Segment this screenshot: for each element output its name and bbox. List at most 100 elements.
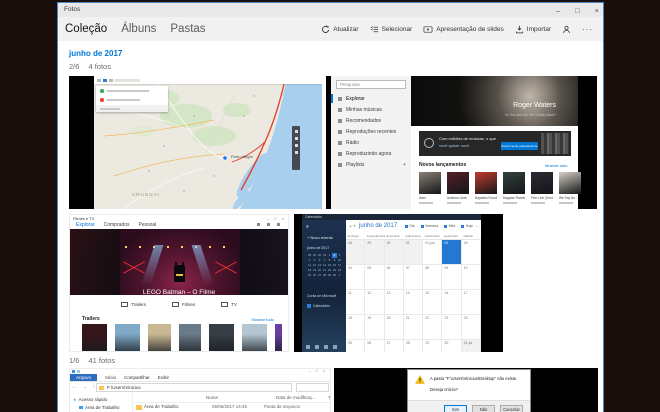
add-icon: + <box>403 161 406 168</box>
photo-films-tv-screenshot[interactable]: Filmes e TV – □ × Explorar Comprados Pes… <box>69 214 289 352</box>
maps-app-toolbar <box>94 76 322 84</box>
photo-explorer-screenshot[interactable]: – □ × Arquivo Início Compartilhar Exibir… <box>69 368 331 412</box>
calendar-day-cell: 21 <box>403 315 424 340</box>
day-number: 15 <box>425 291 430 295</box>
map-region-label: URUGUAI <box>132 192 160 197</box>
screen-icon <box>221 301 229 307</box>
category-trailers: Trailers <box>121 301 146 307</box>
calendar-view-button: Semana <box>420 224 438 228</box>
account-button[interactable] <box>562 25 571 34</box>
directions-origin-row <box>96 86 168 95</box>
album-subtitle-bar <box>475 201 489 204</box>
star-icon: ★ <box>73 397 77 402</box>
groove-content: Pesquisar Explorar Minhas músicas Recomend… <box>331 76 581 209</box>
day-number: 20 <box>386 316 391 320</box>
day-number: 10 <box>463 266 468 270</box>
new-event-button: + Novo evento <box>307 235 333 240</box>
dialog-button: Sim <box>444 405 467 412</box>
minimize-button[interactable]: – <box>556 6 560 15</box>
slideshow-button[interactable]: Apresentação de slides <box>423 25 504 34</box>
calendar-day-cell: 02 <box>442 240 462 265</box>
films-window-controls: – □ × <box>266 215 286 221</box>
groove-promo-banner: Com milhões de músicas, o que você quise… <box>419 131 571 156</box>
calendar-day-cell: 22 <box>423 315 443 340</box>
day-number: 21 <box>405 316 410 320</box>
navigation-bar: Coleção Álbuns Pastas Atualizar Selecion… <box>58 17 603 41</box>
movie-poster <box>179 324 201 351</box>
day-number: 29 <box>367 241 372 245</box>
nav-item-quick-access: ★ Acesso rápido <box>73 397 108 402</box>
day-number: 17 <box>463 291 468 295</box>
dialog-buttons: Sim Não Cancelar <box>444 405 523 412</box>
select-button[interactable]: Selecionar <box>370 25 412 34</box>
warning-icon <box>415 375 425 384</box>
tab-albuns[interactable]: Álbuns <box>121 23 156 35</box>
calendar-day-cell: 08 <box>423 265 443 290</box>
day-number: 28 <box>348 241 352 245</box>
ribbon-tab-exibir: Exibir <box>157 375 170 380</box>
ribbon-tab-compartilhar: Compartilhar <box>124 375 150 380</box>
calendar-view-button: Hoje <box>461 224 473 228</box>
groove-menu-item: Reproduzindo agora <box>331 148 411 159</box>
column-headers: NomeData de modificaç...TipoTamanho <box>134 395 330 403</box>
groove-menu-item: Explorar <box>331 93 411 104</box>
maximize-button[interactable]: □ <box>575 6 580 15</box>
photo-calendar-screenshot[interactable]: Calendário ≡ + Novo evento junho de 2017… <box>294 214 503 352</box>
group-month-header[interactable]: junho de 2017 <box>69 49 122 58</box>
more-button[interactable]: ··· <box>582 25 593 34</box>
folder-icon <box>136 405 142 410</box>
ribbon-tab-inicio: Início <box>105 375 117 380</box>
column-header: Data de modificaç... <box>276 395 316 400</box>
day-number: 22 <box>425 316 430 320</box>
album-tile: Fine Line (Deluxe) <box>531 172 553 204</box>
weekday-label: domingo <box>347 234 360 238</box>
movie-poster <box>115 324 140 351</box>
map-content: Porto Alegre URUGUAI <box>93 76 322 209</box>
photo-dialog-screenshot[interactable]: A pasta "F:\Users\Vinicius\Desktop" não … <box>334 368 598 412</box>
films-hero-banner: LEGO Batman – O Filme Agora a partir de … <box>70 229 288 295</box>
tab-pastas[interactable]: Pastas <box>170 23 205 35</box>
file-date: 05/06/2017 14:45 <box>212 404 248 409</box>
groove-menu-item: Minhas músicas <box>331 104 411 115</box>
trailers-section-title: Trailers <box>82 316 100 322</box>
month-nav-arrows: ▲▼ <box>349 224 357 228</box>
calendar-day-cell: 31 <box>403 240 424 265</box>
dialog-message-line2: Deseja criá-la? <box>430 387 458 392</box>
directions-options-row <box>96 105 168 112</box>
groove-menu: Explorar Minhas músicas Recomendados Reprod… <box>331 93 411 170</box>
todo-icon <box>324 345 328 349</box>
window-title: Fotos <box>64 6 81 13</box>
address-bar-row: ← → ↑ F:\Users\Vinicius <box>70 382 330 393</box>
photo-groove-screenshot[interactable]: Pesquisar Explorar Minhas músicas Recomend… <box>326 76 597 209</box>
day-number: 19 <box>367 316 372 320</box>
origin-text-bar <box>107 89 149 92</box>
day-number: 30 <box>444 341 449 345</box>
menu-item-icon <box>338 129 342 134</box>
window-controls: – □ × <box>556 3 599 17</box>
calendar-icon <box>306 345 310 349</box>
groove-menu-item: Recomendados <box>331 115 411 126</box>
movie-poster <box>275 324 282 351</box>
tab-colecao[interactable]: Coleção <box>65 23 107 35</box>
calendar-view-button: Dia <box>404 224 415 228</box>
menu-item-label: Reproduzindo agora <box>346 150 392 157</box>
view-icon <box>444 224 448 228</box>
calendar-day-cell: 24 <box>461 315 481 340</box>
photo-map-screenshot[interactable]: Porto Alegre URUGUAI <box>69 76 322 209</box>
pivot-tabs: Coleção Álbuns Pastas <box>65 17 206 41</box>
album-caption: Atari <box>419 196 426 200</box>
group-count: 2/6 4 fotos <box>69 62 111 71</box>
slideshow-icon <box>423 25 433 33</box>
calendar-day-cell: 13 <box>384 290 404 315</box>
mail-icon <box>315 345 319 349</box>
movie-poster <box>209 324 234 351</box>
close-button[interactable]: × <box>595 6 599 15</box>
desktop-icon <box>79 405 83 410</box>
quick-access-toolbar <box>72 370 80 373</box>
day-number: 31 <box>405 241 410 245</box>
refresh-button[interactable]: Atualizar <box>321 24 359 34</box>
day-number: 27 <box>386 341 391 345</box>
import-button[interactable]: Importar <box>515 25 551 34</box>
calendar-day-cell: 20 <box>384 315 404 340</box>
promo-image <box>541 133 569 154</box>
